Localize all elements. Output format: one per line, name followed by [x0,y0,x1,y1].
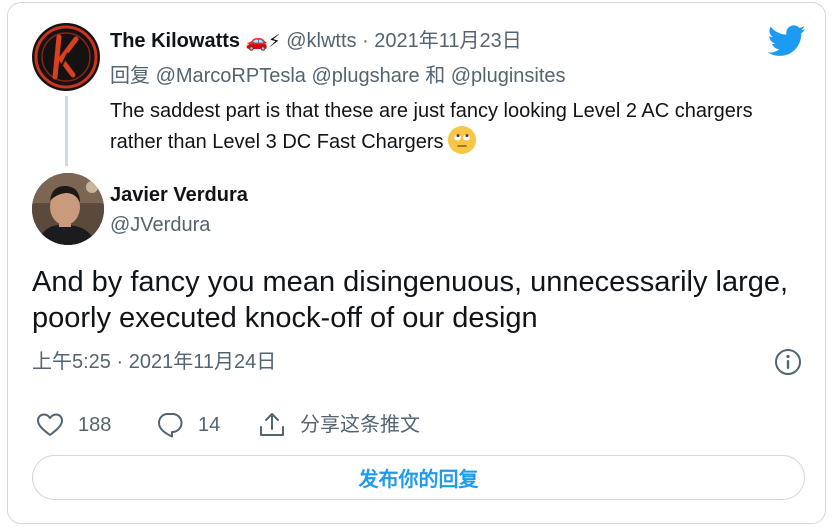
mention-link[interactable]: @pluginsites [451,65,566,87]
parent-tweet-body: The saddest part is that these are just … [110,100,753,153]
twitter-bird-icon[interactable] [768,25,806,57]
parent-tweet-text: The saddest part is that these are just … [110,96,770,157]
tweet-timestamp[interactable]: 上午5:25 · 2021年11月24日 [32,348,276,376]
parent-tweet-header: The Kilowatts 🚗⚡ @klwtts · 2021年11月23日 [110,28,522,54]
parent-separator: · [356,30,375,52]
heart-icon [37,413,63,436]
reply-joiner: 和 [425,65,446,87]
post-reply-button[interactable]: 发布你的回复 [32,455,805,500]
mention-link[interactable]: @MarcoRPTesla [156,65,306,87]
share-icon [260,413,284,436]
kilowatts-logo [34,25,98,89]
reply-to-line: 回复 @MarcoRPTesla @plugshare 和 @pluginsit… [110,63,566,89]
parent-handle[interactable]: @klwtts [286,30,356,52]
info-icon[interactable] [773,347,803,377]
author-photo [32,173,104,245]
parent-name-emojis: 🚗⚡ [245,31,281,51]
rolling-eyes-emoji-icon [447,126,476,154]
kilowatts-avatar[interactable] [32,23,100,91]
reply-count: 14 [198,414,221,436]
like-count: 188 [78,414,112,436]
author-handle[interactable]: @JVerdura [110,212,210,238]
parent-date[interactable]: 2021年11月23日 [374,30,522,52]
reply-button[interactable]: 14 [156,408,220,442]
author-avatar[interactable] [32,173,104,245]
mention-link[interactable]: @plugshare [311,65,419,87]
share-button[interactable]: 分享这条推文 [258,408,420,442]
share-label: 分享这条推文 [300,414,420,436]
author-display-name[interactable]: Javier Verdura [110,182,248,208]
tweet-text: And by fancy you mean disingenuous, unne… [32,266,789,334]
parent-display-name[interactable]: The Kilowatts [110,30,240,52]
thread-connector [65,96,68,166]
reply-prefix: 回复 [110,65,150,87]
like-button[interactable]: 188 [36,408,111,442]
reply-bubble-icon [158,413,183,438]
